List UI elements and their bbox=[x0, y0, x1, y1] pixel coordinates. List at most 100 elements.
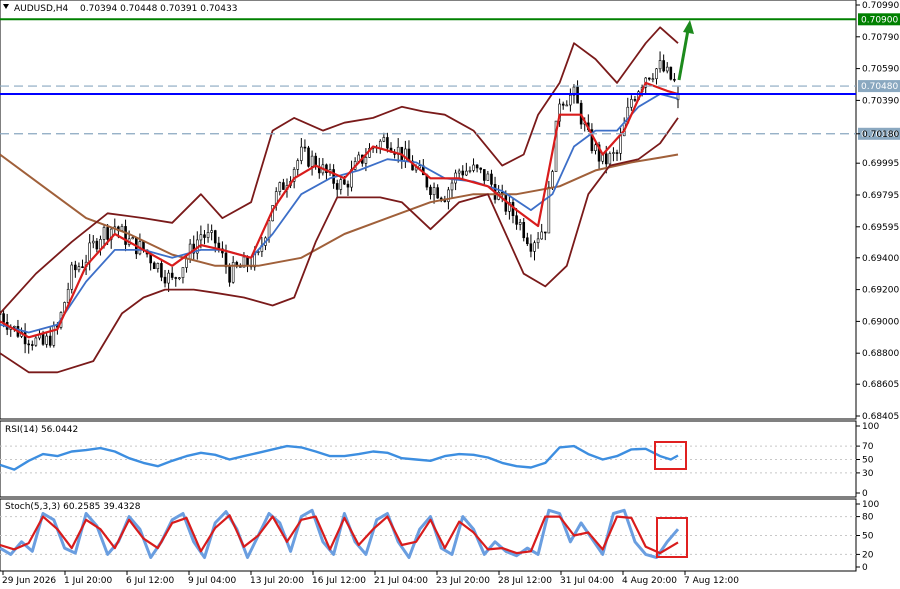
candle-body bbox=[662, 60, 665, 72]
price-tick-label: 0.70390 bbox=[862, 96, 899, 106]
candle-body bbox=[561, 103, 565, 106]
trading-chart[interactable]: 0.70900 0.70480 0.70180 0.70990 0.70790 0.70… bbox=[0, 0, 900, 589]
candle-body bbox=[343, 179, 346, 185]
candle-body bbox=[439, 197, 443, 200]
candle-body bbox=[152, 262, 156, 270]
candle-body bbox=[124, 226, 127, 245]
candle-body bbox=[526, 237, 529, 245]
rsi-indicator-label: RSI(14) 56.0442 bbox=[5, 425, 78, 435]
candle-body bbox=[465, 170, 468, 176]
candle-body bbox=[536, 238, 540, 244]
oscillator-tick-label: 50 bbox=[862, 532, 874, 542]
candle-body bbox=[203, 234, 206, 238]
candle-body bbox=[102, 227, 106, 240]
candle-body bbox=[382, 137, 386, 142]
time-tick-label: 7 Aug 12:00 bbox=[684, 576, 739, 586]
candle-body bbox=[34, 337, 38, 346]
candle-body bbox=[669, 66, 673, 80]
candle-body bbox=[267, 220, 271, 239]
chart-ohlc-values: 0.70394 0.70448 0.70391 0.70433 bbox=[80, 4, 237, 14]
candle-body bbox=[386, 137, 389, 149]
candle-body bbox=[429, 186, 432, 196]
candle-body bbox=[604, 153, 608, 165]
candle-body bbox=[30, 344, 34, 346]
candle-body bbox=[174, 277, 178, 279]
candle-body bbox=[515, 215, 518, 225]
time-tick-label: 13 Jul 20:00 bbox=[250, 576, 304, 586]
price-tick-label: 0.68800 bbox=[862, 349, 899, 359]
candle-body bbox=[479, 167, 482, 170]
candle-body bbox=[228, 266, 231, 283]
candle-body bbox=[551, 171, 554, 188]
candle-body bbox=[70, 264, 74, 290]
candle-body bbox=[278, 182, 282, 192]
candle-body bbox=[303, 146, 307, 149]
candle-body bbox=[633, 99, 637, 101]
stochastic-indicator-label: Stoch(5,3,3) 60.2585 39.4328 bbox=[5, 502, 141, 512]
candle-body bbox=[475, 164, 479, 169]
candle-body bbox=[615, 152, 619, 154]
candle-body bbox=[594, 144, 597, 152]
candle-body bbox=[665, 66, 669, 72]
oscillator-tick-label: 80 bbox=[862, 513, 874, 523]
candle-body bbox=[490, 173, 493, 185]
candle-body bbox=[346, 183, 350, 188]
candle-body bbox=[619, 135, 622, 154]
candle-body bbox=[673, 78, 676, 81]
chart-background bbox=[0, 0, 900, 589]
candle-body bbox=[300, 146, 303, 161]
candle-body bbox=[472, 164, 475, 171]
candle-body bbox=[48, 335, 52, 346]
candle-body bbox=[246, 256, 249, 267]
candle-body bbox=[461, 170, 465, 176]
price-tick-label: 0.70790 bbox=[862, 33, 899, 43]
candle-body bbox=[518, 221, 522, 225]
candle-body bbox=[482, 169, 486, 181]
candle-body bbox=[364, 157, 368, 164]
candle-body bbox=[160, 263, 163, 278]
candle-body bbox=[91, 240, 95, 244]
oscillator-tick-label: 30 bbox=[862, 469, 874, 479]
candle-body bbox=[66, 288, 70, 303]
candle-body bbox=[156, 263, 160, 270]
candle-body bbox=[199, 234, 203, 241]
candle-body bbox=[181, 267, 185, 278]
candle-body bbox=[95, 240, 99, 250]
candle-body bbox=[307, 147, 310, 167]
candle-body bbox=[468, 170, 472, 172]
candle-body bbox=[658, 60, 662, 70]
candle-body bbox=[540, 231, 543, 240]
candle-body bbox=[224, 252, 228, 268]
candle-body bbox=[529, 243, 533, 252]
candle-body bbox=[648, 77, 651, 80]
candle-body bbox=[533, 242, 536, 252]
candle-body bbox=[170, 272, 174, 278]
candle-body bbox=[436, 187, 439, 199]
price-tick-label: 0.69595 bbox=[862, 223, 899, 233]
candle-body bbox=[486, 173, 490, 181]
candle-body bbox=[576, 86, 579, 104]
candle-body bbox=[612, 152, 615, 154]
candle-body bbox=[81, 266, 84, 268]
candle-body bbox=[547, 186, 551, 234]
candle-body bbox=[74, 264, 77, 271]
candle-body bbox=[565, 104, 569, 107]
price-tick-label: 0.70990 bbox=[862, 1, 899, 11]
price-tick-label: 0.69795 bbox=[862, 191, 899, 201]
candle-body bbox=[457, 170, 461, 174]
price-tick-label: 0.69000 bbox=[862, 317, 899, 327]
price-tick-label: 0.68405 bbox=[862, 412, 899, 422]
oscillator-tick-label: 100 bbox=[862, 422, 879, 432]
candle-body bbox=[310, 155, 314, 167]
time-tick-label: 23 Jul 20:00 bbox=[436, 576, 490, 586]
candle-body bbox=[432, 187, 436, 196]
candle-body bbox=[651, 78, 655, 81]
oscillator-tick-label: 0 bbox=[862, 563, 868, 573]
time-tick-label: 21 Jul 04:00 bbox=[374, 576, 428, 586]
price-tick-label: 0.70180 bbox=[862, 130, 899, 140]
time-tick-label: 6 Jul 12:00 bbox=[126, 576, 175, 586]
candle-body bbox=[210, 230, 213, 233]
time-tick-label: 1 Jul 20:00 bbox=[64, 576, 113, 586]
candle-body bbox=[163, 276, 167, 284]
candle-body bbox=[88, 242, 91, 263]
